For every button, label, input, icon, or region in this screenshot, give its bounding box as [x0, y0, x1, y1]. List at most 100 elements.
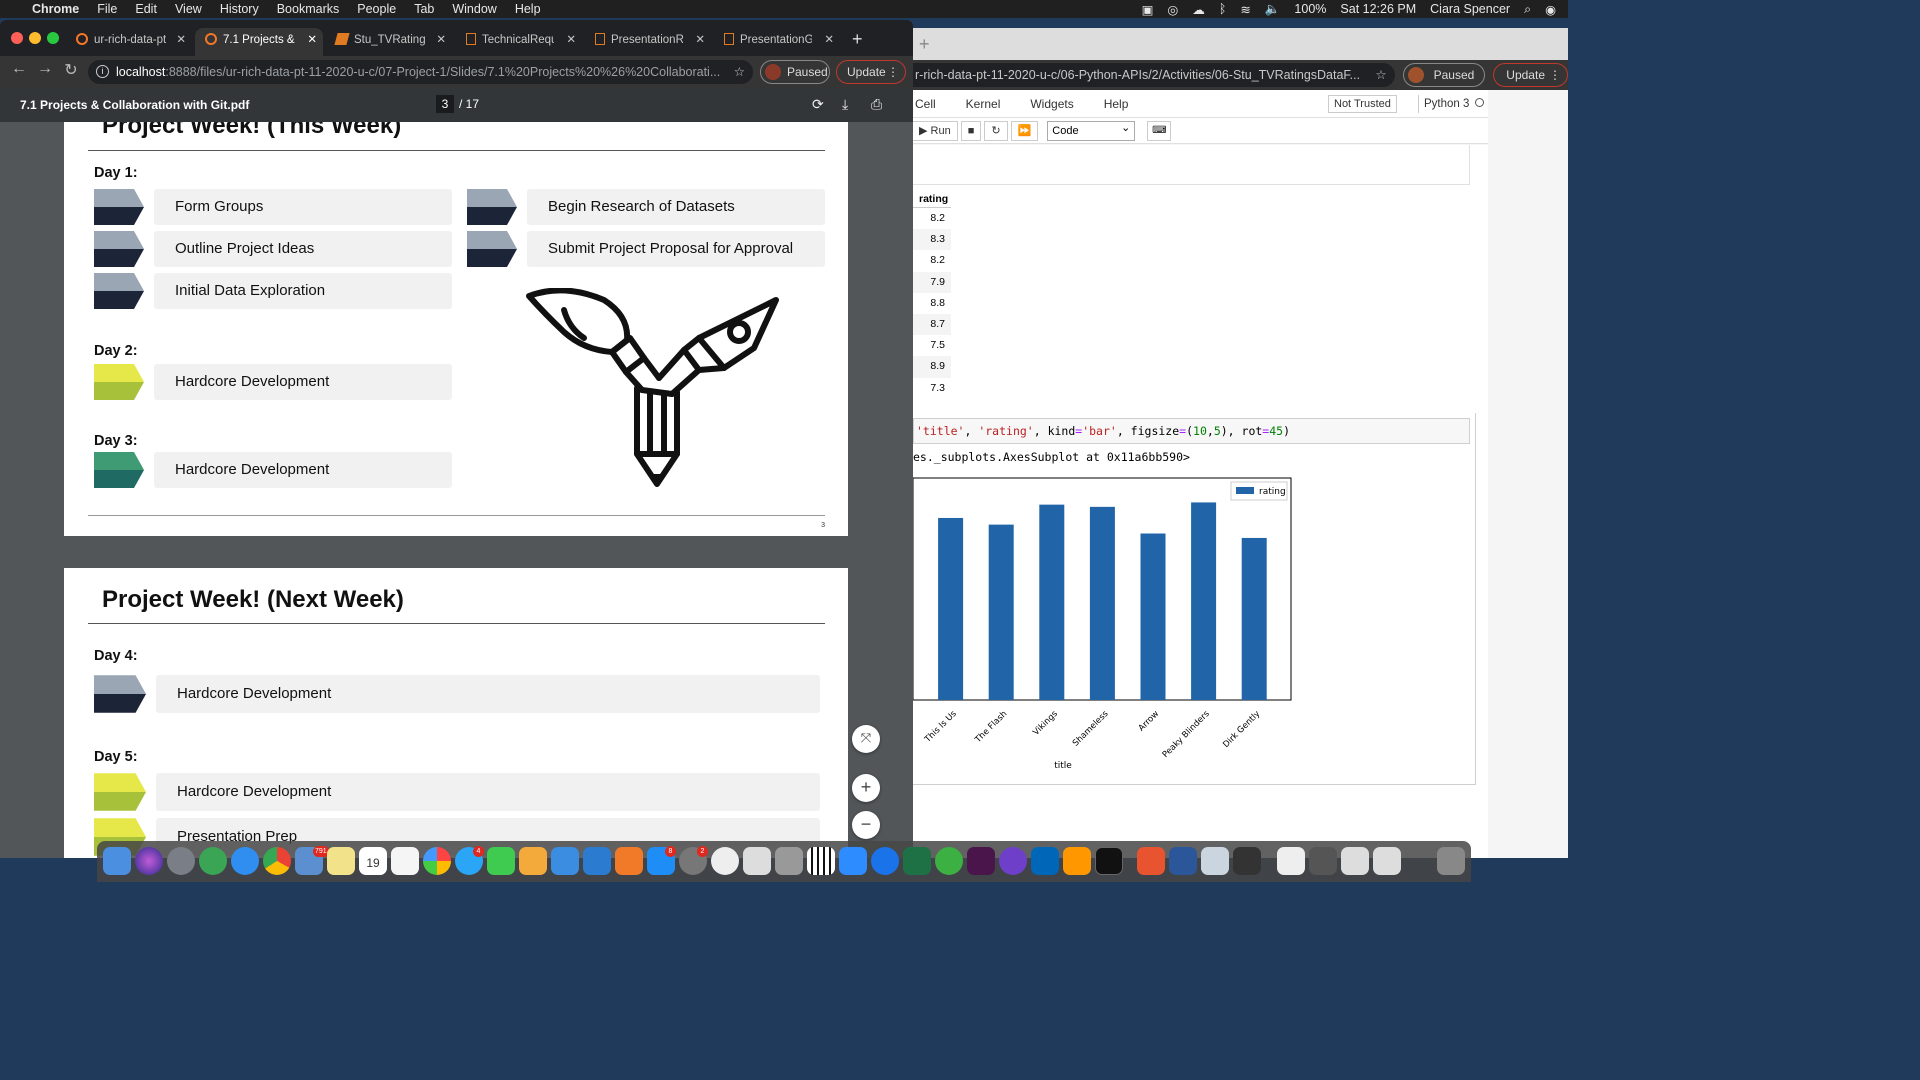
keyboard-icon[interactable]: ⌨ [1147, 120, 1172, 141]
document-icon[interactable] [1277, 847, 1305, 875]
creative-cloud-icon[interactable]: ◎ [1167, 2, 1178, 17]
restart-icon[interactable]: ↻ [984, 120, 1008, 141]
close-tab-icon[interactable]: ✕ [176, 28, 186, 52]
close-window-button[interactable] [11, 32, 23, 44]
fast-forward-icon[interactable]: ⏩ [1010, 120, 1039, 141]
vscode-icon[interactable] [1031, 847, 1059, 875]
skype-icon[interactable] [711, 847, 739, 875]
not-trusted-badge[interactable]: Not Trusted [1328, 95, 1397, 113]
new-tab-icon[interactable]: + [852, 29, 863, 50]
run-button[interactable]: ▶ Run [913, 120, 958, 141]
jupyter-url-field[interactable]: r-rich-data-pt-11-2020-u-c/06-Python-API… [913, 63, 1395, 87]
trash-icon[interactable] [1437, 847, 1465, 875]
print-icon[interactable]: ⎙ [871, 96, 882, 113]
cloud-icon[interactable]: ☁ [1192, 2, 1205, 17]
page-number-input[interactable]: 3 [436, 95, 454, 113]
profile-paused-button[interactable]: Paused [1402, 63, 1486, 87]
menu-history[interactable]: History [220, 2, 259, 16]
finder-icon[interactable] [103, 847, 131, 875]
close-tab-icon[interactable]: ✕ [307, 28, 317, 52]
siri-icon[interactable]: ◉ [1545, 2, 1556, 17]
back-arrow-icon[interactable]: ← [8, 60, 30, 78]
menu-file[interactable]: File [97, 2, 117, 16]
wifi-icon[interactable]: ≋ [1240, 2, 1250, 17]
menu-people[interactable]: People [357, 2, 396, 16]
slack-icon[interactable] [967, 847, 995, 875]
site-info-icon[interactable]: i [96, 65, 109, 78]
close-tab-icon[interactable]: ✕ [824, 28, 834, 52]
calendar-icon[interactable]: 19 [359, 847, 387, 875]
app-icon[interactable] [1233, 847, 1261, 875]
pdf-viewport[interactable]: Project Week! (This Week) Day 1: Form Gr… [0, 122, 913, 858]
maximize-window-button[interactable] [47, 32, 59, 44]
bookmark-star-icon[interactable]: ☆ [734, 60, 745, 84]
circle-app-icon[interactable] [935, 847, 963, 875]
spotlight-icon[interactable]: ⌕ [1524, 2, 1531, 17]
tab-presentation-guidelines[interactable]: PresentationGuid ✕ [714, 28, 840, 56]
safari-icon[interactable] [231, 847, 259, 875]
close-tab-icon[interactable]: ✕ [695, 28, 705, 52]
reload-icon[interactable]: ↻ [60, 60, 82, 80]
menu-edit[interactable]: Edit [135, 2, 157, 16]
rotate-icon[interactable]: ⟳ [812, 96, 824, 113]
battery-percent[interactable]: 100% [1294, 2, 1326, 16]
user-name[interactable]: Ciara Spencer [1430, 2, 1510, 16]
menu-tab[interactable]: Tab [414, 2, 434, 16]
menu-cell[interactable]: Cell [915, 97, 936, 111]
office-icon[interactable] [1137, 847, 1165, 875]
github-icon[interactable] [999, 847, 1027, 875]
keynote-icon[interactable] [583, 847, 611, 875]
minimize-window-button[interactable] [29, 32, 41, 44]
bluetooth-icon[interactable]: ᛒ [1219, 2, 1227, 16]
books-icon[interactable] [615, 847, 643, 875]
close-tab-icon[interactable]: ✕ [566, 28, 576, 52]
menu-help[interactable]: Help [1104, 97, 1129, 111]
menu-window[interactable]: Window [452, 2, 496, 16]
script-editor-icon[interactable] [743, 847, 771, 875]
url-field[interactable]: i localhost:8888/files/ur-rich-data-pt-1… [88, 60, 753, 84]
facetime-icon[interactable] [487, 847, 515, 875]
clock[interactable]: Sat 12:26 PM [1340, 2, 1416, 16]
zoom-status-icon[interactable]: ▣ [1142, 2, 1154, 17]
excel-icon[interactable] [903, 847, 931, 875]
menu-widgets[interactable]: Widgets [1030, 97, 1073, 111]
sublime-icon[interactable] [1063, 847, 1091, 875]
close-tab-icon[interactable]: ✕ [436, 28, 446, 52]
zoom-icon[interactable] [839, 847, 867, 875]
bookmark-star-icon[interactable]: ☆ [1375, 63, 1386, 87]
update-button[interactable]: Update [1493, 63, 1568, 87]
siri-icon[interactable] [135, 847, 163, 875]
launchpad-icon[interactable] [167, 847, 195, 875]
fit-page-icon[interactable]: ⤧ [852, 725, 880, 753]
menu-bookmarks[interactable]: Bookmarks [277, 2, 340, 16]
update-button[interactable]: Update [836, 60, 906, 84]
chrome-icon[interactable] [263, 847, 291, 875]
tab-stu-tvratings[interactable]: Stu_TVRatings - ✕ [326, 28, 452, 56]
disk-utility-icon[interactable] [775, 847, 803, 875]
preview-icon[interactable] [1201, 847, 1229, 875]
download-icon[interactable]: ⤓ [842, 96, 848, 113]
volume-icon[interactable]: 🔈 [1265, 2, 1281, 17]
new-tab-icon[interactable]: + [919, 34, 930, 55]
tab-jupyter-home[interactable]: ur-rich-data-pt- ✕ [66, 28, 192, 56]
notes-icon[interactable] [327, 847, 355, 875]
cell-type-select[interactable]: Code [1047, 119, 1136, 141]
previous-cell[interactable] [913, 145, 1470, 185]
menu-help[interactable]: Help [515, 2, 541, 16]
zoom-out-icon[interactable]: − [852, 811, 880, 839]
reminders-icon[interactable] [391, 847, 419, 875]
globe-icon[interactable] [199, 847, 227, 875]
terminal-icon[interactable] [1095, 847, 1123, 875]
menu-kernel[interactable]: Kernel [966, 97, 1001, 111]
profile-paused-button[interactable]: Paused [760, 60, 830, 84]
window-thumbnail-icon[interactable] [1373, 847, 1401, 875]
stop-icon[interactable]: ■ [960, 120, 982, 141]
photos-icon[interactable] [423, 847, 451, 875]
numbers-icon[interactable] [551, 847, 579, 875]
folder-icon[interactable] [1309, 847, 1337, 875]
menu-view[interactable]: View [175, 2, 202, 16]
word-icon[interactable] [1169, 847, 1197, 875]
tab-presentation-requirements[interactable]: PresentationReq ✕ [585, 28, 711, 56]
pages-icon[interactable] [519, 847, 547, 875]
zoom-in-icon[interactable]: + [852, 774, 880, 802]
